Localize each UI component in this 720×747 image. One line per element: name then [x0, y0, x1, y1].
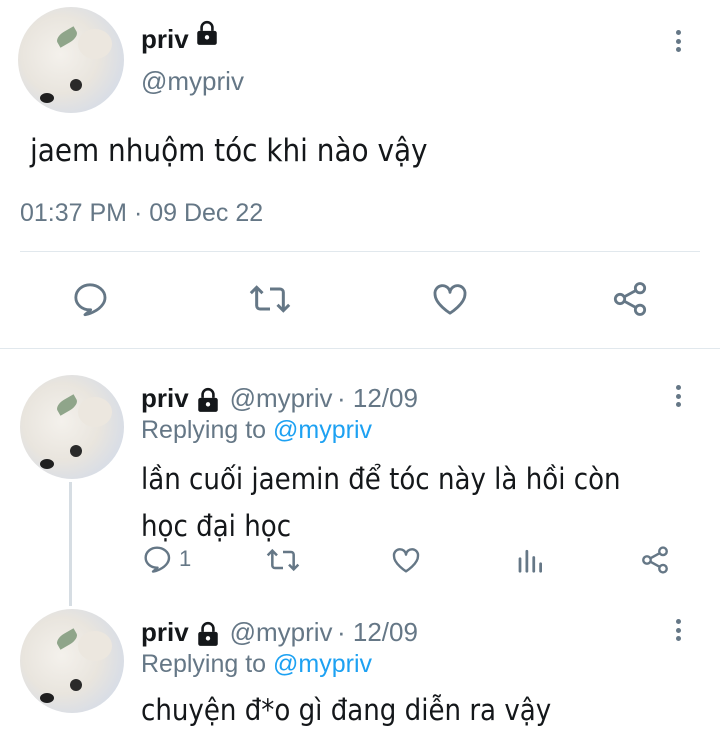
avatar[interactable] — [18, 7, 124, 113]
reply-count: 1 — [179, 546, 192, 571]
tweet-date[interactable]: · 12/09 — [337, 617, 418, 647]
tweet-date[interactable]: · 12/09 — [337, 383, 418, 413]
lock-icon — [195, 621, 221, 647]
reply-icon — [74, 283, 107, 317]
username-handle[interactable]: @mypriv — [230, 383, 333, 413]
share-button[interactable] — [638, 544, 672, 576]
display-name[interactable]: priv — [141, 383, 189, 413]
replying-to-link[interactable]: @mypriv — [273, 416, 372, 444]
reply-header: priv @mypriv · 12/09 — [141, 617, 418, 648]
avatar[interactable] — [20, 375, 124, 479]
replying-to-label: Replying to — [141, 416, 267, 444]
reply-text: chuyện đ*o gì đang diễn ra vậy — [141, 693, 552, 727]
divider — [20, 251, 700, 252]
section-divider — [0, 348, 720, 349]
lock-icon — [195, 387, 221, 413]
share-button[interactable] — [609, 279, 651, 319]
reply-header: priv @mypriv · 12/09 — [141, 383, 418, 414]
like-button[interactable] — [429, 279, 471, 319]
more-options-icon[interactable] — [663, 615, 693, 645]
avatar[interactable] — [20, 609, 124, 713]
reply-text: lần cuối jaemin để tóc này là hồi còn họ… — [141, 462, 621, 543]
replying-to: Replying to @mypriv — [141, 416, 372, 445]
like-icon — [392, 548, 420, 573]
reply-button[interactable]: 1 — [141, 543, 191, 575]
retweet-button[interactable] — [265, 544, 301, 576]
display-name[interactable]: priv — [141, 24, 189, 55]
lock-icon — [194, 20, 220, 46]
share-icon — [613, 282, 647, 316]
replying-to-link[interactable]: @mypriv — [273, 650, 372, 678]
analytics-icon — [518, 549, 542, 573]
replying-to-label: Replying to — [141, 650, 267, 678]
share-icon — [642, 546, 668, 574]
username-handle[interactable]: @mypriv — [141, 66, 244, 97]
replying-to: Replying to @mypriv — [141, 650, 372, 679]
like-icon — [433, 284, 467, 315]
like-button[interactable] — [389, 544, 423, 576]
more-options-icon[interactable] — [663, 381, 693, 411]
tweet-timestamp[interactable]: 01:37 PM · 09 Dec 22 — [20, 199, 263, 228]
reply-button[interactable] — [70, 279, 110, 319]
more-options-icon[interactable] — [663, 26, 693, 56]
tweet-text: jaem nhuộm tóc khi nào vậy — [30, 133, 428, 169]
retweet-icon — [266, 548, 300, 572]
reply-icon — [144, 546, 171, 573]
retweet-icon — [249, 285, 291, 313]
username-handle[interactable]: @mypriv — [230, 617, 333, 647]
thread-line — [69, 482, 72, 606]
display-name[interactable]: priv — [141, 617, 189, 647]
analytics-button[interactable] — [515, 545, 545, 575]
retweet-button[interactable] — [248, 279, 292, 319]
